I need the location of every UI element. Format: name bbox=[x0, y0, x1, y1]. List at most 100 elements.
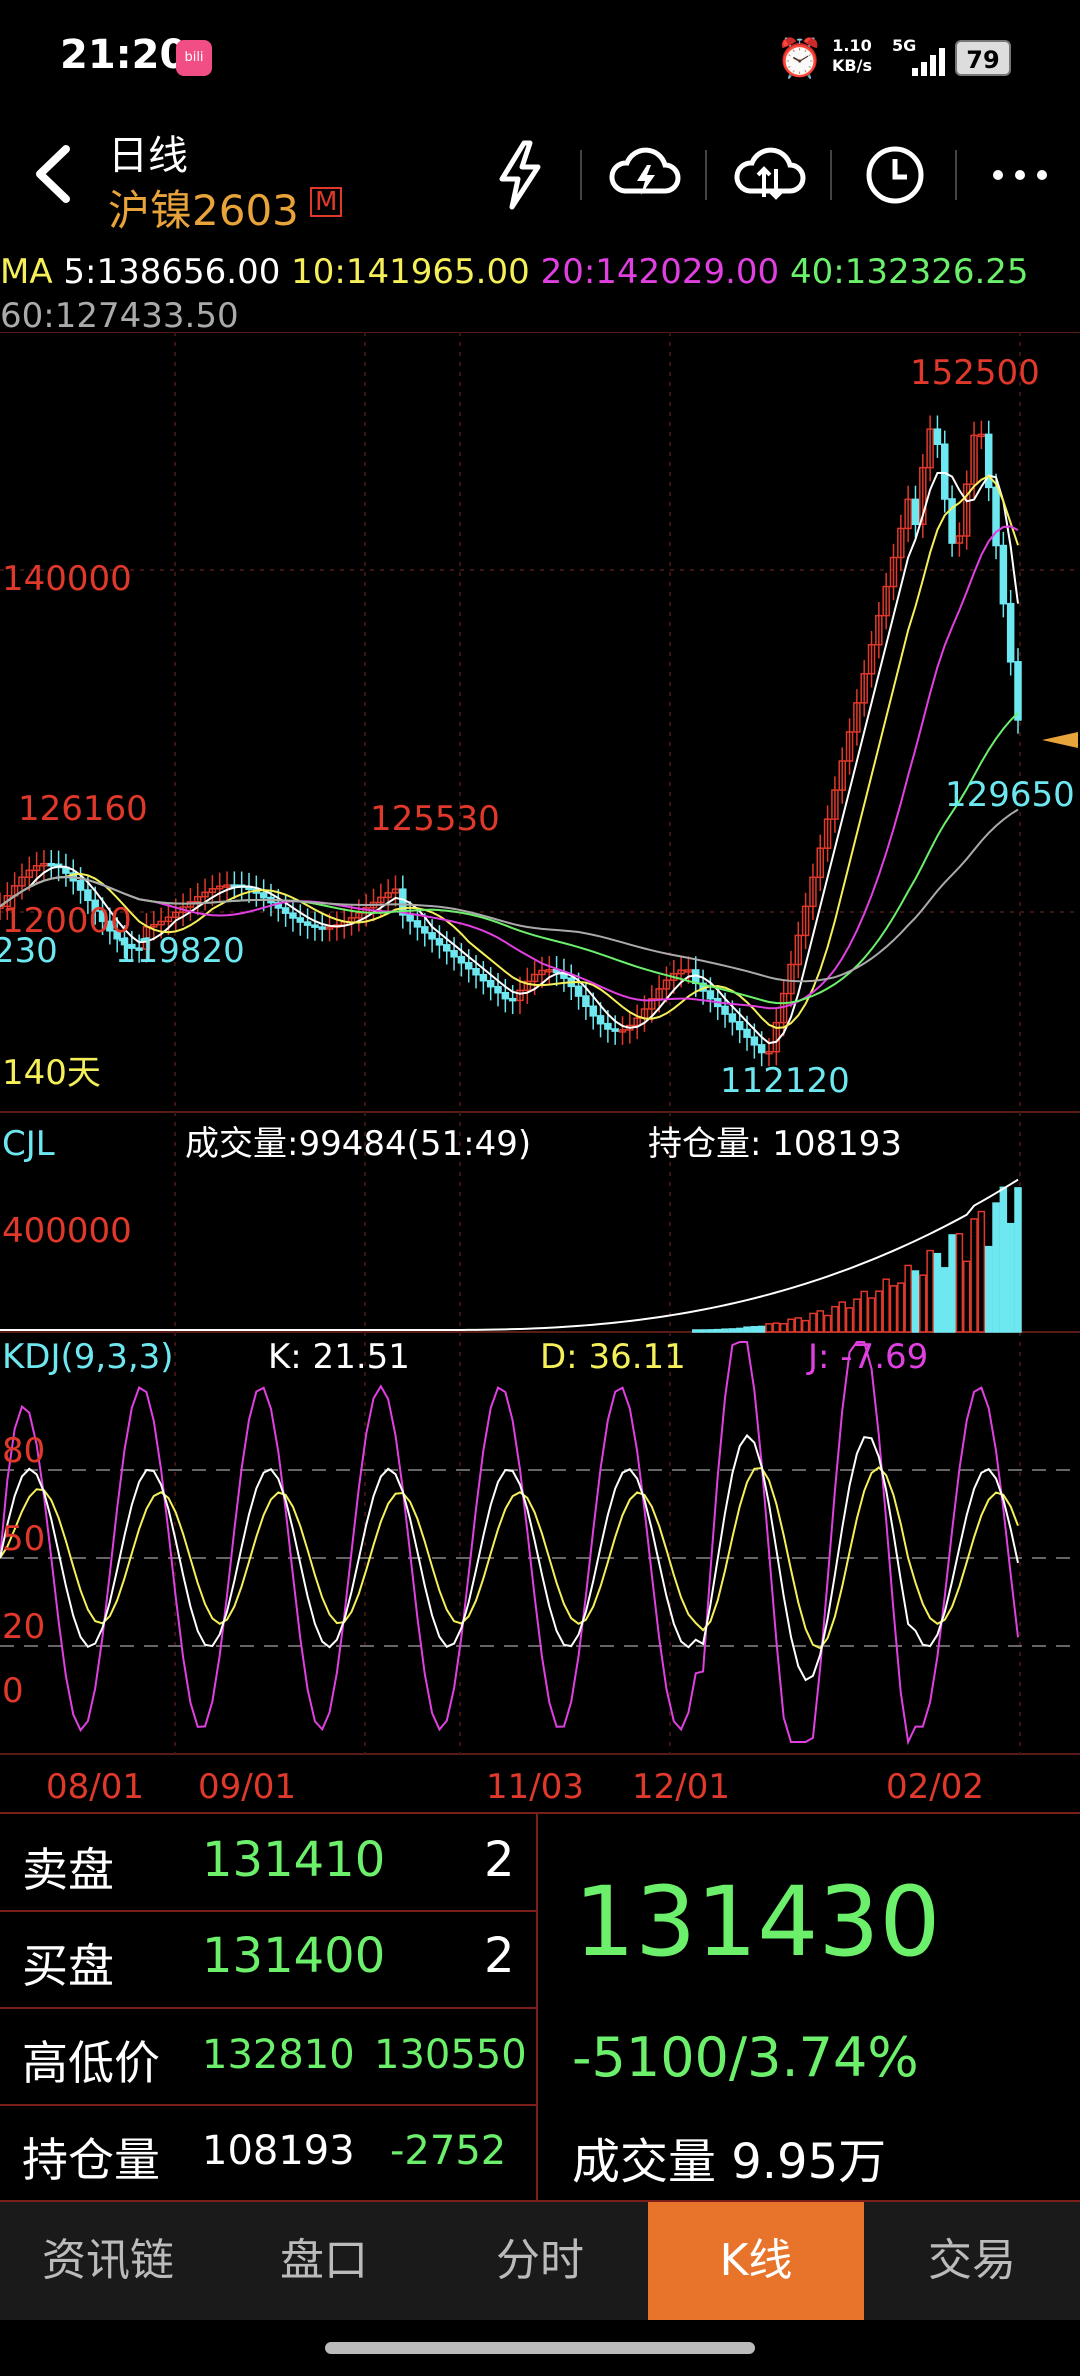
annotation-mid-high: 125530 bbox=[370, 799, 500, 839]
network-speed: 1.10 KB/s bbox=[832, 36, 872, 76]
volume-bar bbox=[1014, 1187, 1022, 1333]
volume-bar bbox=[743, 1326, 751, 1333]
candle-body bbox=[501, 991, 510, 1000]
annotation-bottom-low: 112120 bbox=[720, 1061, 850, 1101]
candle-body bbox=[933, 428, 942, 445]
volume-bar bbox=[999, 1186, 1008, 1333]
lightning-icon[interactable] bbox=[480, 135, 560, 215]
quote-panel: 卖盘 131410 2 买盘 131400 2 高低价 132810 13055… bbox=[0, 1812, 1080, 2202]
volume-bar bbox=[831, 1305, 839, 1333]
volume-bar bbox=[889, 1285, 898, 1333]
candle-body bbox=[311, 924, 319, 928]
candle-body bbox=[457, 956, 466, 964]
volume-bar bbox=[984, 1245, 993, 1333]
high-price: 132810 bbox=[202, 2032, 355, 2078]
cloud-sync-icon[interactable] bbox=[730, 135, 810, 215]
kdj-level-20: 20 bbox=[2, 1607, 45, 1647]
open-interest-value: 持仓量: 108193 bbox=[648, 1124, 902, 1164]
candle-body bbox=[706, 990, 715, 1000]
volume-bar bbox=[897, 1282, 905, 1333]
candle-body bbox=[472, 968, 480, 976]
ma20-value: 20:142029.00 bbox=[540, 252, 780, 292]
volume-value: 成交量:99484(51:49) bbox=[185, 1124, 531, 1164]
candle-body bbox=[582, 995, 590, 1008]
tab-order-book[interactable]: 盘口 bbox=[216, 2202, 432, 2320]
instrument-name[interactable]: 沪镍2603 bbox=[108, 177, 299, 238]
volume-bar bbox=[838, 1301, 846, 1333]
tab-intraday[interactable]: 分时 bbox=[432, 2202, 648, 2320]
separator bbox=[955, 150, 957, 200]
volume-bar bbox=[801, 1319, 810, 1333]
divider bbox=[0, 1910, 536, 1912]
candle-body bbox=[743, 1028, 751, 1038]
candle-body bbox=[750, 1036, 759, 1046]
tab-trade[interactable]: 交易 bbox=[864, 2202, 1080, 2320]
volume-bar bbox=[992, 1202, 1000, 1333]
annotation-left-edge: 120230 bbox=[0, 931, 58, 971]
volume-bar bbox=[962, 1260, 971, 1333]
volume-bar bbox=[941, 1267, 949, 1333]
date-label: 08/01 bbox=[46, 1767, 144, 1807]
candle-body bbox=[604, 1022, 612, 1030]
kline-chart[interactable]: 140000 120000 152500 129650 126160 12553… bbox=[0, 332, 1080, 1810]
ma10-value: 10:141965.00 bbox=[291, 252, 530, 292]
candle-body bbox=[1006, 602, 1015, 663]
candle-body bbox=[421, 926, 429, 934]
cloud-lightning-icon[interactable] bbox=[605, 135, 685, 215]
candle-body bbox=[1014, 661, 1022, 721]
annotation-left-high: 126160 bbox=[18, 789, 148, 829]
period-title[interactable]: 日线 bbox=[108, 123, 188, 181]
volume-bar bbox=[823, 1314, 832, 1333]
open-interest-line bbox=[0, 1178, 1019, 1331]
candle-body bbox=[999, 544, 1008, 605]
candle-body bbox=[450, 950, 458, 958]
volume-bar bbox=[948, 1234, 956, 1333]
candle-body bbox=[303, 921, 312, 926]
candle-body bbox=[508, 997, 517, 1002]
annotation-recent-low: 129650 bbox=[945, 775, 1075, 815]
bid-price[interactable]: 131400 bbox=[202, 1928, 385, 1984]
candle-body bbox=[479, 974, 488, 982]
date-label: 02/02 bbox=[886, 1767, 984, 1807]
open-interest-change: -2752 bbox=[390, 2128, 507, 2174]
separator bbox=[580, 150, 582, 200]
kdj-level-0: 0 bbox=[2, 1671, 24, 1711]
ma60-value: 60:127433.50 bbox=[0, 296, 239, 336]
candle-body bbox=[259, 892, 268, 899]
high-low-label: 高低价 bbox=[22, 2036, 160, 2090]
volume-bar bbox=[699, 1329, 707, 1333]
volume-bar bbox=[911, 1270, 920, 1333]
bid-qty: 2 bbox=[484, 1928, 515, 1984]
open-interest: 108193 bbox=[202, 2128, 355, 2174]
ask-label: 卖盘 bbox=[22, 1843, 114, 1897]
date-label: 09/01 bbox=[198, 1767, 296, 1807]
candle-body bbox=[589, 1005, 597, 1017]
header: 日线 沪镍2603 M bbox=[0, 115, 1080, 240]
ma5-value: 5:138656.00 bbox=[63, 252, 281, 292]
network-speed-unit: KB/s bbox=[832, 56, 872, 75]
tab-kline[interactable]: K线 bbox=[648, 2202, 864, 2320]
low-price: 130550 bbox=[374, 2032, 527, 2078]
date-label: 11/03 bbox=[486, 1767, 584, 1807]
volume-bar bbox=[853, 1298, 861, 1333]
kdj-line bbox=[0, 1341, 1019, 1746]
clock-icon[interactable] bbox=[855, 135, 935, 215]
candle-body bbox=[428, 932, 436, 940]
open-interest-label: 持仓量 bbox=[22, 2133, 160, 2187]
kdj-d-value: D: 36.11 bbox=[540, 1337, 686, 1377]
candle-body bbox=[296, 917, 305, 923]
candle-body bbox=[728, 1013, 737, 1023]
candle-body bbox=[494, 985, 502, 994]
annotation-left-low: 119820 bbox=[115, 931, 245, 971]
volume-bar bbox=[875, 1290, 883, 1333]
back-arrow-icon[interactable] bbox=[20, 139, 90, 209]
bilibili-icon: bili bbox=[176, 40, 212, 76]
ask-price[interactable]: 131410 bbox=[202, 1832, 385, 1888]
volume-axis-label: 400000 bbox=[2, 1211, 132, 1251]
volume-bar bbox=[816, 1310, 825, 1333]
home-indicator[interactable] bbox=[325, 2342, 755, 2354]
volume-bar bbox=[779, 1322, 788, 1333]
more-icon[interactable] bbox=[980, 135, 1060, 215]
main-contract-badge: M bbox=[310, 187, 343, 217]
tab-news-chain[interactable]: 资讯链 bbox=[0, 2202, 216, 2320]
